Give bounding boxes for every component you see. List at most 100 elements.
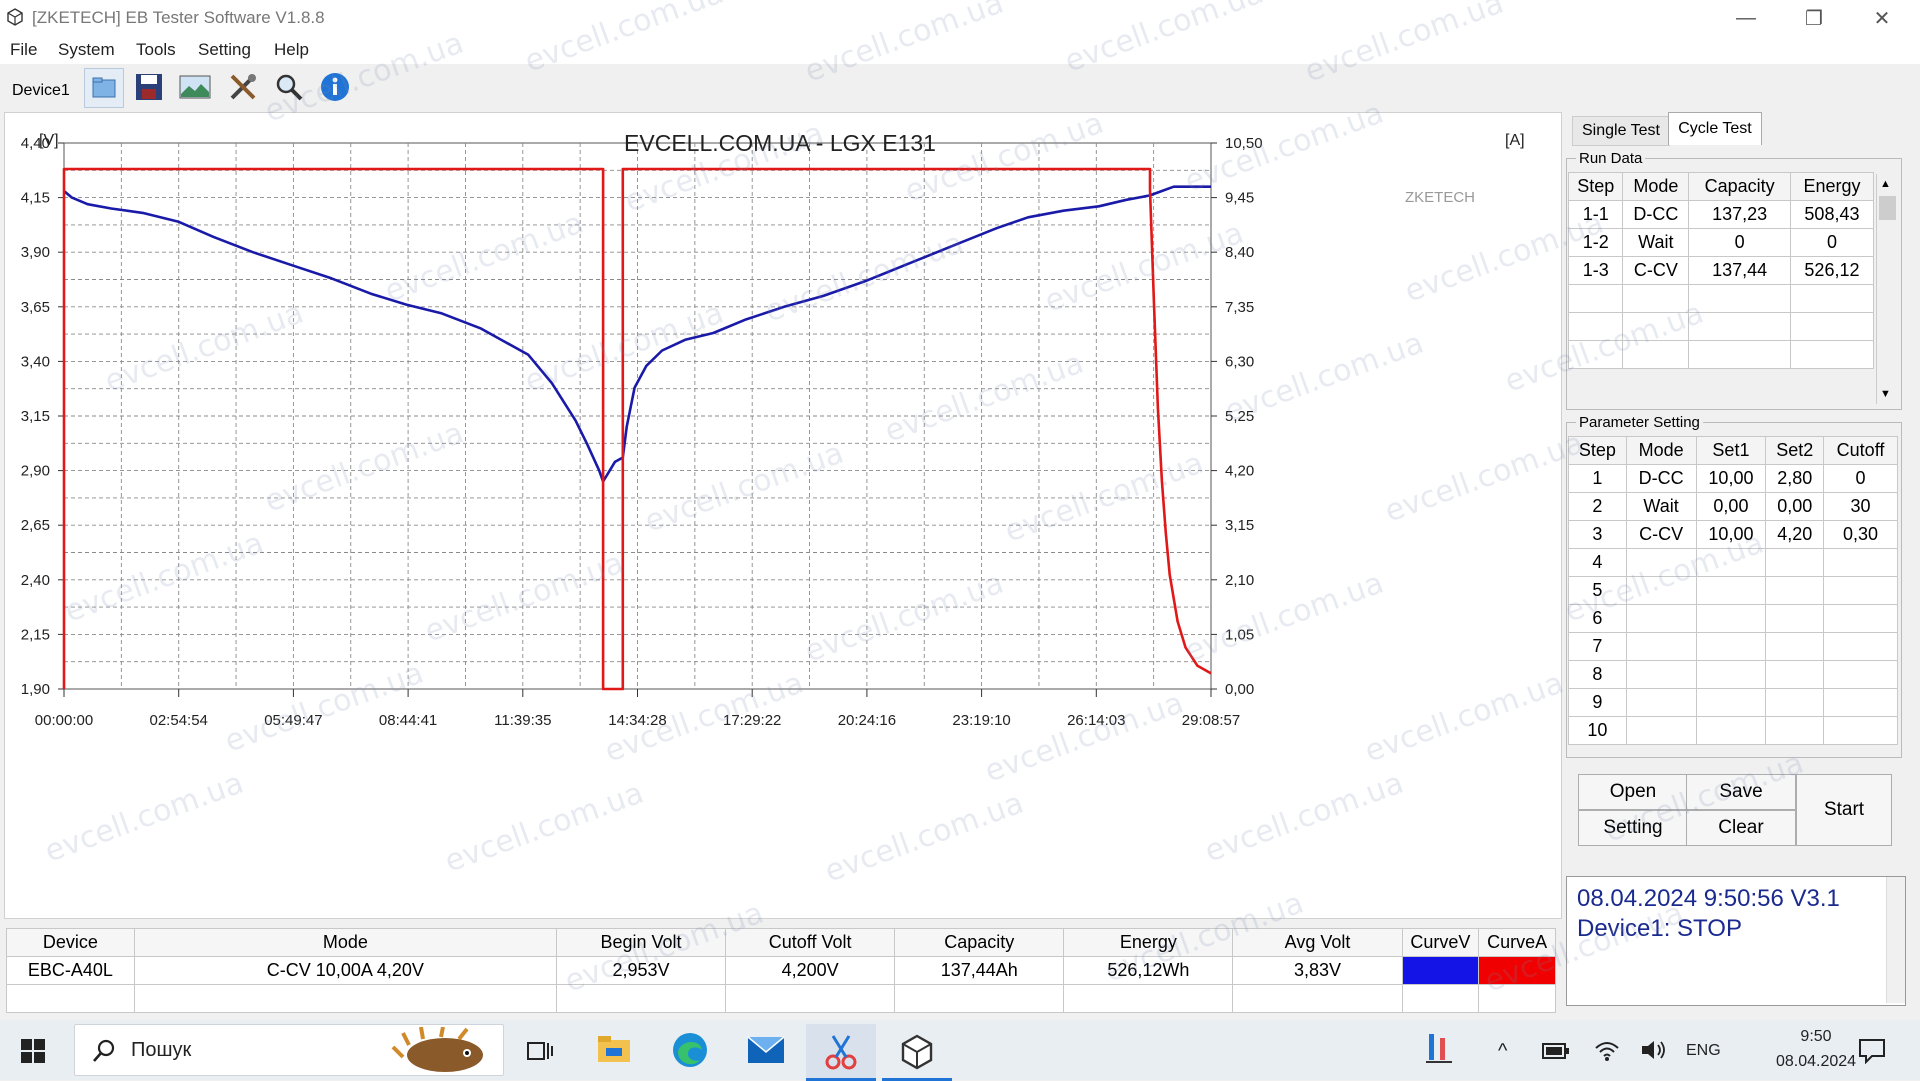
minimize-button[interactable]: —	[1712, 0, 1780, 36]
run-data-cell: 137,23	[1688, 200, 1791, 229]
taskbar-mail[interactable]	[746, 1032, 786, 1071]
open-folder-button[interactable]	[84, 68, 124, 108]
tools-icon	[230, 74, 256, 100]
param-row[interactable]: 6	[1568, 604, 1898, 633]
menu-system[interactable]: System	[58, 40, 115, 60]
menu-file[interactable]: File	[10, 40, 37, 60]
summary-header[interactable]: Device	[6, 928, 135, 957]
run-data-row[interactable]: 1-1 D-CC 137,23 508,43	[1567, 200, 1875, 229]
run-data-row[interactable]	[1567, 340, 1875, 369]
about-button[interactable]	[316, 68, 354, 106]
summary-header[interactable]: Capacity	[894, 928, 1065, 957]
param-row[interactable]: 2 Wait 0,00 0,00 30	[1568, 492, 1898, 521]
run-data-header[interactable]: Mode	[1622, 172, 1690, 201]
param-header[interactable]: Set1	[1695, 436, 1767, 465]
param-header[interactable]: Mode	[1625, 436, 1697, 465]
param-cell	[1765, 548, 1825, 577]
volume-icon[interactable]	[1640, 1038, 1666, 1067]
taskbar-explorer[interactable]	[596, 1032, 632, 1071]
run-data-header[interactable]: Energy	[1789, 172, 1875, 201]
summary-header[interactable]: CurveA	[1478, 928, 1556, 957]
param-row[interactable]: 8	[1568, 660, 1898, 689]
param-header[interactable]: Set2	[1765, 436, 1825, 465]
tab-single-test[interactable]: Single Test	[1572, 116, 1670, 146]
param-row[interactable]: 5	[1568, 576, 1898, 605]
summary-header[interactable]: Avg Volt	[1232, 928, 1403, 957]
start-button[interactable]: Start	[1796, 774, 1892, 846]
setting-button[interactable]: Setting	[1578, 810, 1688, 846]
task-view-icon	[527, 1042, 553, 1060]
summary-cell	[1478, 984, 1556, 1013]
clear-button[interactable]: Clear	[1686, 810, 1796, 846]
clock-date[interactable]: 08.04.2024	[1768, 1053, 1864, 1071]
run-data-header[interactable]: Capacity	[1688, 172, 1791, 201]
run-data-cell	[1567, 284, 1624, 313]
current-tick-label: 8,40	[1225, 244, 1254, 261]
status-scrollbar[interactable]	[1886, 877, 1905, 1003]
menu-setting[interactable]: Setting	[198, 40, 251, 60]
brand-label: ZKETECH	[1405, 189, 1475, 206]
image-icon	[179, 75, 211, 99]
maximize-button[interactable]: ❐	[1780, 0, 1848, 36]
save-file-button[interactable]	[130, 68, 168, 106]
time-tick-label: 23:19:10	[952, 712, 1010, 729]
param-row[interactable]: 10	[1568, 716, 1898, 745]
taskbar-search[interactable]: Пошук	[74, 1024, 504, 1076]
network-icon[interactable]	[1594, 1038, 1620, 1067]
param-row[interactable]: 9	[1568, 688, 1898, 717]
menu-help[interactable]: Help	[274, 40, 309, 60]
voltage-tick-label: 2,65	[21, 517, 50, 534]
menu-tools[interactable]: Tools	[136, 40, 176, 60]
summary-header[interactable]: Begin Volt	[555, 928, 727, 957]
run-data-row[interactable]: 1-3 C-CV 137,44 526,12	[1567, 256, 1875, 285]
param-header[interactable]: Cutoff	[1823, 436, 1898, 465]
param-row[interactable]: 3 C-CV 10,00 4,20 0,30	[1568, 520, 1898, 549]
param-row[interactable]: 7	[1568, 632, 1898, 661]
taskbar-eb-tester[interactable]	[882, 1024, 952, 1081]
run-data-cell: 1-2	[1567, 228, 1624, 257]
notification-button[interactable]	[1858, 1038, 1886, 1069]
tools-button[interactable]	[224, 68, 262, 106]
time-tick-label: 00:00:00	[35, 712, 93, 729]
param-row[interactable]: 4	[1568, 548, 1898, 577]
tray-app-icon[interactable]	[1424, 1032, 1454, 1071]
run-data-header[interactable]: Step	[1567, 172, 1624, 201]
scroll-thumb[interactable]	[1879, 196, 1896, 220]
run-data-scrollbar[interactable]: ▲ ▼	[1876, 174, 1899, 404]
export-image-button[interactable]	[176, 68, 214, 106]
param-header[interactable]: Step	[1568, 436, 1627, 465]
open-button[interactable]: Open	[1578, 774, 1688, 810]
run-data-row[interactable]	[1567, 312, 1875, 341]
save-button[interactable]: Save	[1686, 774, 1796, 810]
param-row[interactable]: 1 D-CC 10,00 2,80 0	[1568, 464, 1898, 493]
summary-header[interactable]: CurveV	[1401, 928, 1480, 957]
summary-row[interactable]: EBC-A40L C-CV 10,00A 4,20V 2,953V 4,200V 137…	[6, 956, 1556, 985]
summary-header[interactable]: Cutoff Volt	[725, 928, 896, 957]
time-tick-label: 17:29:22	[723, 712, 781, 729]
param-cell	[1625, 660, 1697, 689]
run-data-cell: D-CC	[1622, 200, 1690, 229]
summary-header[interactable]: Energy	[1063, 928, 1234, 957]
summary-header[interactable]: Mode	[133, 928, 557, 957]
battery-icon[interactable]	[1542, 1042, 1570, 1065]
tray-expand-icon[interactable]: ^	[1498, 1040, 1507, 1063]
app-cube-icon	[7, 8, 23, 26]
close-button[interactable]: ✕	[1848, 0, 1916, 36]
summary-cell	[1232, 984, 1403, 1013]
clock-time[interactable]: 9:50	[1768, 1028, 1864, 1046]
language-indicator[interactable]: ENG	[1686, 1042, 1721, 1060]
tab-cycle-test[interactable]: Cycle Test	[1668, 112, 1762, 145]
param-cell: 2,80	[1765, 464, 1825, 493]
run-data-cell	[1567, 312, 1624, 341]
current-tick-label: 0,00	[1225, 681, 1254, 698]
run-data-row[interactable]	[1567, 284, 1875, 313]
search-button[interactable]	[270, 68, 308, 106]
task-view-button[interactable]	[526, 1038, 554, 1069]
taskbar-edge[interactable]	[670, 1030, 710, 1075]
start-menu-button[interactable]	[20, 1038, 46, 1069]
device-selector[interactable]: Device1	[12, 82, 70, 100]
run-data-row[interactable]: 1-2 Wait 0 0	[1567, 228, 1875, 257]
taskbar-snip-tool[interactable]	[806, 1024, 876, 1081]
param-setting-title: Parameter Setting	[1576, 414, 1703, 431]
run-data-cell: C-CV	[1622, 256, 1690, 285]
